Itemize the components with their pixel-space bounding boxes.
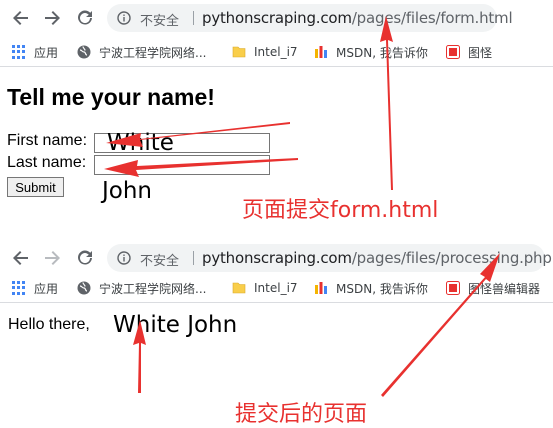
bookmark-label: Intel_i7 <box>254 45 298 59</box>
msdn-icon <box>315 282 327 294</box>
annotation-caption-form: 页面提交form.html <box>242 198 439 223</box>
url-text[interactable]: pythonscraping.com/pages/files/form.html <box>202 9 513 27</box>
form-page: Tell me your name! First name: Last name… <box>7 68 547 198</box>
bookmark-tuguai[interactable]: 图怪兽编辑器 <box>446 280 540 296</box>
result-page: Hello there, <box>8 304 548 344</box>
bookmarks-bar-bottom: 应用 宁波工程学院网络... Intel_i7 MSDN, 我告诉你 图怪兽编辑… <box>0 274 553 303</box>
info-icon[interactable] <box>117 251 131 265</box>
address-bar[interactable]: 不安全 pythonscraping.com/pages/files/form.… <box>107 4 513 32</box>
page-heading: Tell me your name! <box>7 84 215 110</box>
forward-arrow-icon[interactable] <box>43 9 61 27</box>
bookmark-nbut[interactable]: 宁波工程学院网络... <box>77 44 206 60</box>
bookmark-label: MSDN, 我告诉你 <box>336 281 428 296</box>
address-separator <box>193 251 194 265</box>
annotation-caption-processing: 提交后的页面 <box>235 402 368 427</box>
bookmark-msdn[interactable]: MSDN, 我告诉你 <box>314 44 428 60</box>
last-name-label: Last name: <box>7 154 87 171</box>
bookmark-label: 宁波工程学院网络... <box>99 45 207 60</box>
bookmark-apps[interactable]: 应用 <box>12 44 58 60</box>
url-host: pythonscraping.com <box>202 9 352 27</box>
url-text[interactable]: pythonscraping.com/pages/files/processin… <box>202 249 552 267</box>
tuguai-icon <box>446 281 460 295</box>
back-arrow-icon[interactable] <box>12 9 30 27</box>
back-arrow-icon[interactable] <box>12 249 30 267</box>
url-path: /pages/files/processing.php <box>351 249 552 267</box>
folder-icon <box>232 282 246 294</box>
apps-grid-icon <box>12 281 26 295</box>
bookmark-intel[interactable]: Intel_i7 <box>232 44 298 60</box>
info-icon[interactable] <box>117 11 131 25</box>
folder-icon <box>232 46 246 58</box>
bookmark-intel[interactable]: Intel_i7 <box>232 280 298 296</box>
bookmark-apps[interactable]: 应用 <box>12 280 58 296</box>
bookmark-nbut[interactable]: 宁波工程学院网络... <box>77 280 206 296</box>
annotation-result-value: White John <box>113 312 238 338</box>
msdn-icon <box>315 46 327 58</box>
url-host: pythonscraping.com <box>202 249 352 267</box>
bookmark-msdn[interactable]: MSDN, 我告诉你 <box>314 280 428 296</box>
address-separator <box>193 11 194 25</box>
url-path: /pages/files/form.html <box>351 9 513 27</box>
forward-arrow-icon[interactable] <box>43 249 61 267</box>
annotation-first-value: White <box>107 130 174 156</box>
browser-toolbar-bottom: 不安全 pythonscraping.com/pages/files/proce… <box>0 240 553 276</box>
reload-icon[interactable] <box>76 249 94 267</box>
browser-toolbar-top: 不安全 pythonscraping.com/pages/files/form.… <box>0 0 553 36</box>
bookmark-label: 应用 <box>34 45 59 60</box>
last-name-input[interactable] <box>94 155 270 175</box>
annotation-last-value: John <box>102 178 153 204</box>
globe-icon <box>77 45 91 59</box>
bookmarks-bar-top: 应用 宁波工程学院网络... Intel_i7 MSDN, 我告诉你 图怪 <box>0 38 553 67</box>
not-secure-label: 不安全 <box>140 14 180 29</box>
apps-grid-icon <box>12 45 26 59</box>
bookmark-label: 图怪兽编辑器 <box>468 281 541 296</box>
hello-text: Hello there, <box>8 316 90 333</box>
tuguai-icon <box>446 45 460 59</box>
not-secure-label: 不安全 <box>140 254 180 269</box>
bookmark-label: 应用 <box>34 281 59 296</box>
reload-icon[interactable] <box>76 9 94 27</box>
bookmark-label: Intel_i7 <box>254 281 298 295</box>
globe-icon <box>77 281 91 295</box>
submit-button[interactable]: Submit <box>7 177 64 197</box>
bookmark-label: MSDN, 我告诉你 <box>336 45 428 60</box>
address-bar[interactable]: 不安全 pythonscraping.com/pages/files/proce… <box>107 244 552 272</box>
bookmark-label: 宁波工程学院网络... <box>99 281 207 296</box>
bookmark-tuguai[interactable]: 图怪 <box>446 44 492 60</box>
first-name-label: First name: <box>7 132 88 149</box>
bookmark-label: 图怪 <box>468 45 493 60</box>
